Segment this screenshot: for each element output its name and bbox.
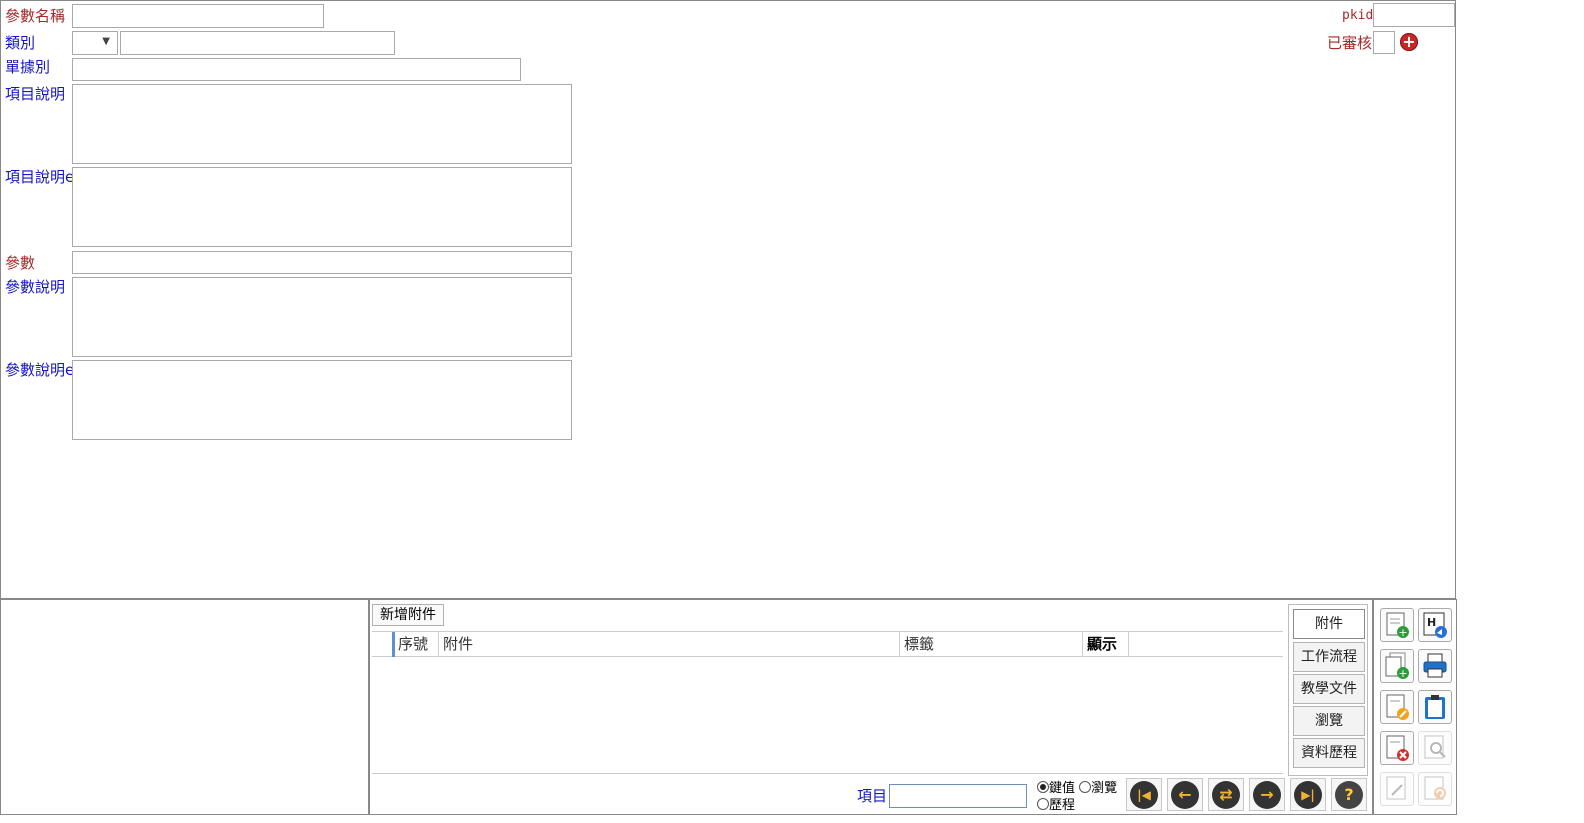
radio-unchecked-icon xyxy=(1079,781,1092,793)
clipboard-icon xyxy=(1425,695,1445,719)
edit-document-icon xyxy=(1386,694,1409,720)
tab-attachments[interactable]: 附件 xyxy=(1293,609,1365,639)
doc-type-label: 單據別 xyxy=(5,58,51,76)
column-header-attachment[interactable]: 附件 xyxy=(439,632,900,657)
pkid-input[interactable] xyxy=(1373,3,1455,27)
chevron-down-icon: ▼ xyxy=(102,36,110,47)
new-record-button[interactable]: + xyxy=(1380,608,1414,642)
add-icon[interactable]: + xyxy=(1400,33,1418,51)
param-name-label: 參數名稱 xyxy=(5,7,66,25)
column-header-tag[interactable]: 標籤 xyxy=(900,632,1083,657)
last-record-icon: ▶| xyxy=(1294,780,1322,809)
search-preview-icon xyxy=(1424,735,1446,759)
clipboard-button[interactable] xyxy=(1418,690,1452,724)
attachments-grid-header: 序號 附件 標籤 顯示 xyxy=(372,631,1283,657)
undo-record-button[interactable] xyxy=(1418,772,1452,806)
copy-add-icon: + xyxy=(1385,652,1409,680)
item-label: 項目 xyxy=(857,787,888,805)
item-desc-label: 項目說明 xyxy=(5,85,66,103)
param-desc-e-label: 參數說明e xyxy=(5,361,75,379)
param-input[interactable] xyxy=(72,251,572,274)
radio-unchecked-icon xyxy=(1037,798,1049,810)
pencil-icon xyxy=(1386,776,1406,800)
category-select[interactable]: ▼ xyxy=(72,31,118,55)
side-tabs: 附件 工作流程 教學文件 瀏覽 資料歷程 xyxy=(1288,604,1368,776)
svg-text:+: + xyxy=(1398,667,1407,680)
print-button[interactable] xyxy=(1418,649,1452,683)
tab-browse[interactable]: 瀏覽 xyxy=(1293,706,1365,736)
param-desc-e-textarea[interactable] xyxy=(72,360,572,440)
new-document-icon: + xyxy=(1386,612,1409,639)
first-record-icon: |◀ xyxy=(1130,780,1158,809)
param-label: 參數 xyxy=(5,254,36,272)
delete-document-icon xyxy=(1386,735,1409,761)
attachments-panel: 新增附件 序號 附件 標籤 顯示 附件 工作流程 教學文件 瀏覽 資料歷程 項目… xyxy=(369,599,1373,815)
delete-record-button[interactable] xyxy=(1380,731,1414,765)
next-record-icon: → xyxy=(1253,780,1281,809)
svg-text:H: H xyxy=(1427,616,1436,629)
param-desc-label: 參數說明 xyxy=(5,278,66,296)
undo-document-icon xyxy=(1424,776,1446,800)
approved-label: 已審核 xyxy=(1327,34,1373,52)
item-search-input[interactable] xyxy=(889,784,1027,808)
add-attachment-button[interactable]: 新增附件 xyxy=(372,604,444,626)
pencil-button[interactable] xyxy=(1380,772,1414,806)
param-desc-textarea[interactable] xyxy=(72,277,572,357)
item-desc-e-textarea[interactable] xyxy=(72,167,572,247)
tab-workflow[interactable]: 工作流程 xyxy=(1293,642,1365,672)
category-text-input[interactable] xyxy=(120,31,395,55)
left-empty-panel xyxy=(0,599,369,815)
tab-tutorial[interactable]: 教學文件 xyxy=(1293,674,1365,704)
refresh-icon: ⇄ xyxy=(1212,780,1240,809)
record-form: 參數名稱 類別 ▼ 單據別 項目說明 項目說明e 參數 參數說明 參數說明e p… xyxy=(0,0,1456,599)
attachments-grid-body xyxy=(372,657,1283,774)
copy-add-button[interactable]: + xyxy=(1380,649,1414,683)
next-record-button[interactable]: → xyxy=(1249,778,1285,811)
approved-checkbox[interactable] xyxy=(1373,31,1395,54)
html-export-icon: H xyxy=(1423,612,1447,638)
column-header-display[interactable]: 顯示 xyxy=(1083,632,1129,657)
radio-browse[interactable]: 瀏覽 xyxy=(1079,781,1117,796)
radio-key[interactable]: 鍵值 xyxy=(1037,781,1075,796)
previous-record-button[interactable]: ← xyxy=(1167,778,1203,811)
mode-radio-group: 鍵值 瀏覽 歷程 xyxy=(1037,780,1117,814)
column-header-seq[interactable]: 序號 xyxy=(394,632,439,657)
html-export-button[interactable]: H xyxy=(1418,608,1452,642)
action-toolbar: + H + xyxy=(1373,599,1457,815)
item-desc-e-label: 項目說明e xyxy=(5,168,75,186)
item-desc-textarea[interactable] xyxy=(72,84,572,164)
pkid-label: pkid xyxy=(1342,8,1374,23)
radio-checked-icon xyxy=(1037,781,1049,793)
category-label: 類別 xyxy=(5,34,36,52)
doc-type-input[interactable] xyxy=(72,58,521,81)
print-icon xyxy=(1423,653,1447,678)
first-record-button[interactable]: |◀ xyxy=(1126,778,1162,811)
tab-history[interactable]: 資料歷程 xyxy=(1293,738,1365,768)
radio-history[interactable]: 歷程 xyxy=(1037,798,1075,813)
help-button[interactable]: ? xyxy=(1331,778,1367,811)
refresh-button[interactable]: ⇄ xyxy=(1208,778,1244,811)
param-name-input[interactable] xyxy=(72,4,324,28)
edit-record-button[interactable] xyxy=(1380,690,1414,724)
previous-record-icon: ← xyxy=(1171,780,1199,809)
svg-text:+: + xyxy=(1398,626,1407,639)
search-preview-button[interactable] xyxy=(1418,731,1452,765)
help-icon: ? xyxy=(1335,780,1363,809)
last-record-button[interactable]: ▶| xyxy=(1290,778,1326,811)
